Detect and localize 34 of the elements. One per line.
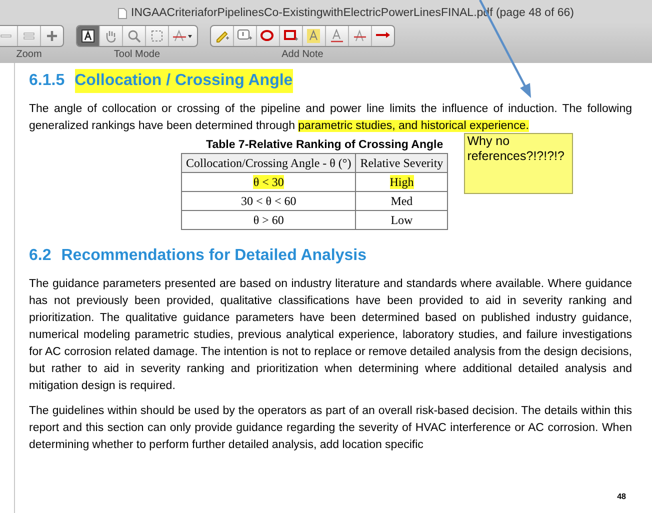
table-cell: θ > 60 (182, 210, 356, 230)
section-heading: Recommendations for Detailed Analysis (61, 246, 367, 266)
body-paragraph: The angle of collocation or crossing of the pipeline and power line limits the influence of induction. The following generalized rankings have been determined through parametric studies, and historical experience. (29, 102, 632, 134)
marquee-icon (149, 29, 165, 43)
highlight-icon (306, 29, 322, 43)
pencil-icon (214, 29, 230, 43)
table-cell: Med (356, 192, 448, 210)
text-cursor-icon (80, 29, 96, 43)
table-header-cell: Relative Severity (356, 154, 448, 172)
document-icon (118, 8, 128, 19)
page-number: 48 (617, 491, 626, 503)
body-paragraph: The guidelines within should be used by the operators as part of an overall risk-based decision. The details within this report and this section can only provide guidance regarding the severity of HVAC interference or AC corrosion. When determining whether to perform further detailed analysis, add location specific (29, 404, 632, 453)
table-cell: 30 < θ < 60 (182, 192, 356, 210)
table-caption: Table 7-Relative Ranking of Crossing Angle (206, 138, 444, 153)
magnifier-icon (126, 29, 142, 43)
strikethrough-icon (352, 29, 368, 43)
table-cell: Low (356, 210, 448, 230)
plus-icon (44, 29, 60, 43)
section-number: 6.2 (29, 246, 52, 266)
toolbar-group-label: Add Note (282, 49, 324, 61)
section-heading: Collocation / Crossing Angle (74, 69, 293, 93)
table-cell: High (356, 172, 448, 192)
toolbar-group-label: Tool Mode (114, 49, 160, 61)
table-cell: θ < 30 (182, 172, 356, 192)
table-header-cell: Collocation/Crossing Angle - θ (°) (182, 154, 356, 172)
toolbar-group-label: Zoom (16, 49, 42, 61)
rectangle-icon (283, 29, 299, 43)
underline-icon (329, 29, 345, 43)
sticky-note[interactable]: Why no references?!?!?!? (464, 133, 574, 194)
section-number: 6.1.5 (29, 71, 65, 91)
toolbar-button[interactable] (77, 26, 100, 46)
strikethrough-menu-icon (172, 29, 194, 43)
body-paragraph: The guidance parameters presented are based on industry literature and standards where available. Where guidance has not previously been provided, qualitative classifications have been provided to aid in severity ranking and prioritization. The qualitative guidance parameters have been determined based on published industry guidance, numerical modeling parametric studies, previous analytical experience, laboratory studies, and failure investigations for AC corrosion related damage. The intention is not to replace or remove detailed analysis from the design decisions, but rather to aid in severity ranking and prioritization when determining where additional detailed analysis and mitigation design is required. (29, 277, 632, 394)
oval-icon (260, 29, 276, 43)
